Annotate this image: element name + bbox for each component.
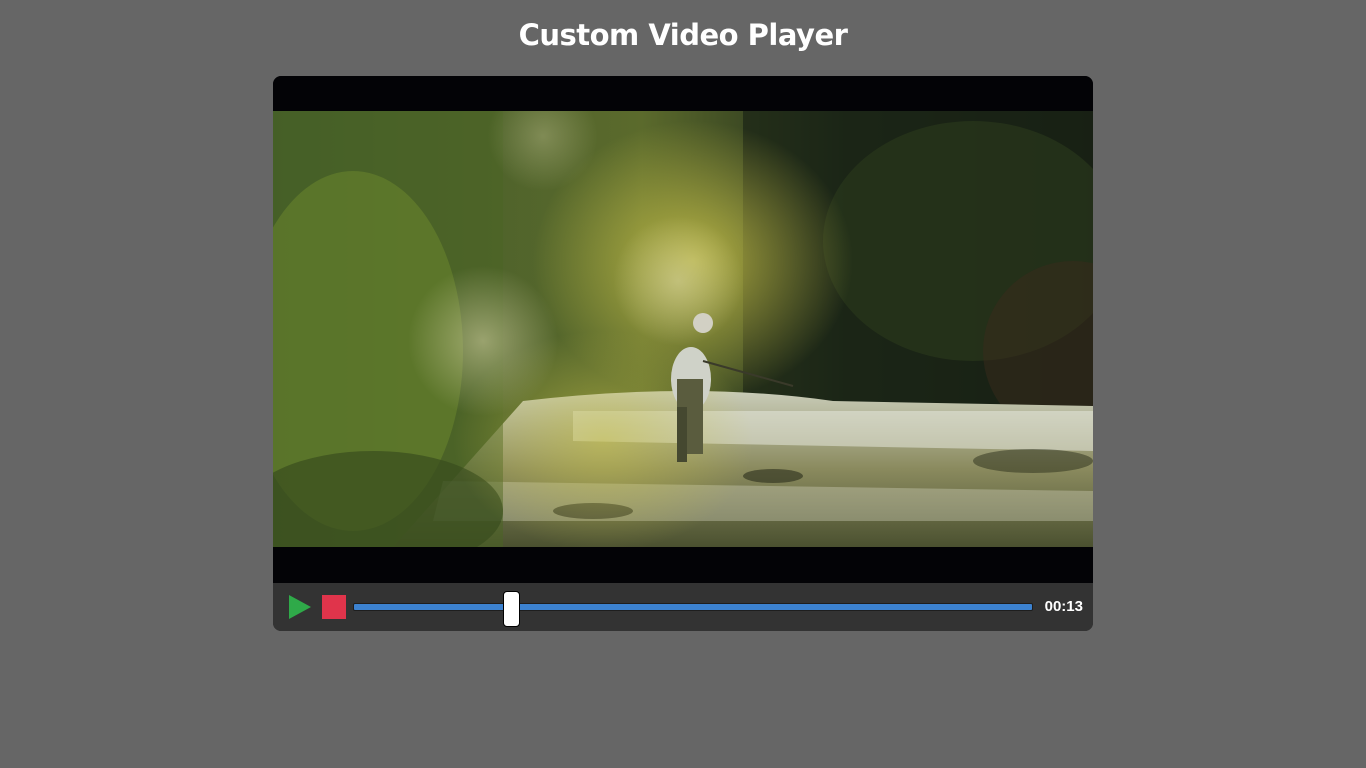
video-screen[interactable] [273, 76, 1093, 583]
progress-fill [354, 604, 1032, 610]
progress-slider[interactable] [353, 591, 1033, 627]
time-display: 00:13 [1044, 598, 1083, 615]
progress-track[interactable] [353, 603, 1033, 611]
play-button[interactable] [287, 594, 313, 620]
page-title: Custom Video Player [518, 18, 848, 52]
progress-thumb[interactable] [503, 591, 520, 627]
video-frame[interactable] [273, 111, 1093, 547]
video-player: 00:13 [273, 76, 1093, 631]
play-icon [289, 595, 311, 619]
video-frame-image [273, 111, 1093, 547]
stop-button[interactable] [322, 595, 346, 619]
player-controls: 00:13 [273, 583, 1093, 631]
